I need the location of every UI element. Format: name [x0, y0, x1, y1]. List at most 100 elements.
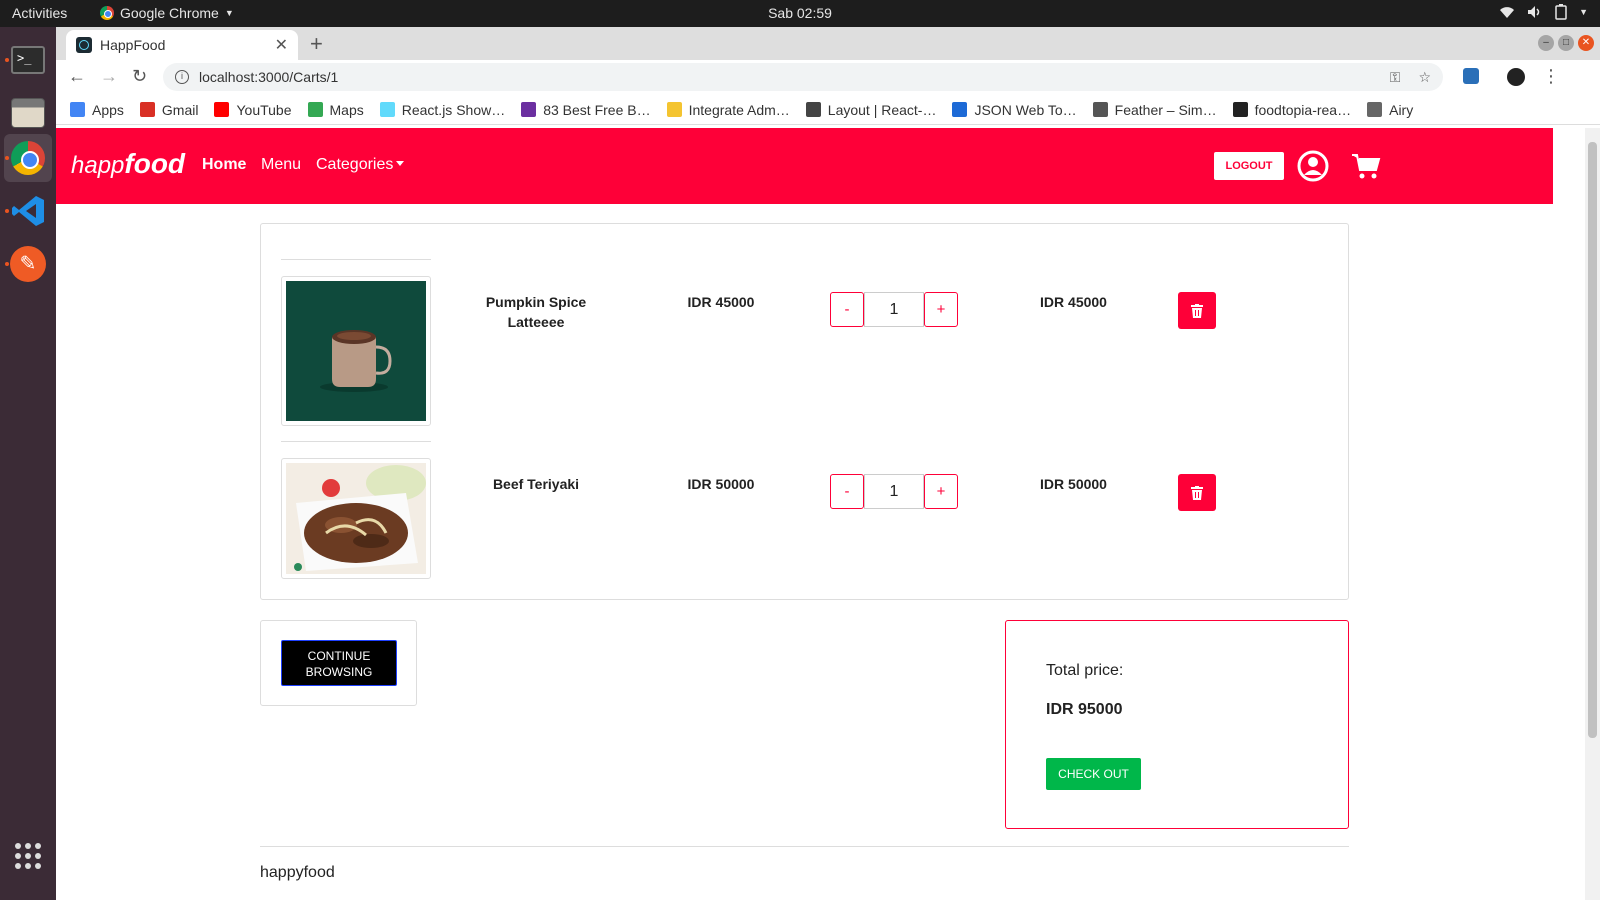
- chevron-down-icon: ▼: [224, 8, 234, 18]
- browser-window: HappFood ✕ + – □ ✕ ← → ↻ i localhost:300…: [56, 27, 1600, 900]
- bookmark-label: foodtopia-rea…: [1254, 101, 1352, 118]
- cart-items-panel: Pumpkin Spice Latteeee IDR 45000 - 1 + I…: [260, 223, 1349, 600]
- app-menu-label: Google Chrome: [120, 5, 219, 21]
- brand-light-text: happ: [71, 152, 125, 179]
- apps-grid-icon: [15, 843, 41, 869]
- more-menu-icon[interactable]: ⋮: [1542, 66, 1560, 87]
- increase-quantity-button[interactable]: +: [924, 292, 958, 327]
- bookmark-label: Maps: [329, 101, 364, 118]
- bookmark-label: Layout | React-…: [827, 101, 937, 118]
- gmail-icon: [139, 102, 155, 117]
- profile-avatar[interactable]: [1507, 68, 1525, 86]
- delete-item-button[interactable]: [1178, 292, 1216, 329]
- latte-image: [286, 281, 426, 421]
- running-indicator: [5, 209, 9, 213]
- bookmark-label: React.js Show…: [401, 101, 506, 118]
- close-icon[interactable]: ✕: [275, 35, 288, 55]
- unit-price: IDR 45000: [687, 294, 755, 310]
- bookmark-label: Gmail: [161, 101, 199, 118]
- pen-icon: [666, 102, 682, 117]
- continue-browsing-button[interactable]: CONTINUE BROWSING: [281, 640, 397, 686]
- apps-grid-icon: [70, 102, 85, 117]
- app-menu[interactable]: Google Chrome ▼: [100, 5, 234, 21]
- maps-icon: [307, 102, 323, 117]
- product-image-frame: [281, 458, 431, 579]
- site-info-icon[interactable]: i: [175, 70, 189, 84]
- quantity-input[interactable]: 1: [864, 292, 924, 327]
- show-applications-button[interactable]: [4, 832, 52, 880]
- dock-vscode[interactable]: [4, 187, 52, 235]
- dock-postman[interactable]: ✎: [4, 240, 52, 288]
- folder-icon: [1367, 102, 1383, 117]
- nav-menu-link[interactable]: Menu: [261, 156, 301, 174]
- dock-files[interactable]: [4, 89, 52, 137]
- url-text[interactable]: localhost:3000/Carts/1: [199, 69, 338, 85]
- brand-logo[interactable]: happfood: [71, 148, 185, 180]
- running-indicator: [5, 58, 9, 62]
- maximize-button[interactable]: □: [1558, 35, 1574, 51]
- bookmark-item[interactable]: React.js Show…: [379, 101, 506, 118]
- colorlib-icon: [521, 102, 537, 117]
- quantity-stepper: - 1 +: [830, 292, 958, 327]
- tab-title: HappFood: [100, 37, 166, 53]
- vscode-icon: [12, 196, 44, 226]
- bookmark-item[interactable]: JSON Web To…: [952, 101, 1077, 118]
- bookmark-item[interactable]: Maps: [307, 101, 364, 118]
- delete-item-button[interactable]: [1178, 474, 1216, 511]
- bookmark-item[interactable]: Gmail: [139, 101, 199, 118]
- bookmark-star-icon[interactable]: ☆: [1418, 69, 1431, 86]
- page-scrollbar[interactable]: [1585, 128, 1600, 900]
- bookmark-item[interactable]: YouTube: [214, 102, 292, 118]
- forward-arrow-icon[interactable]: →: [100, 66, 118, 87]
- bookmark-item[interactable]: Airy: [1367, 102, 1413, 118]
- react-icon: [379, 102, 395, 117]
- bookmark-item[interactable]: Feather – Sim…: [1092, 102, 1217, 118]
- quantity-input[interactable]: 1: [864, 474, 924, 509]
- decrease-quantity-button[interactable]: -: [830, 292, 864, 327]
- minimize-button[interactable]: –: [1538, 35, 1554, 51]
- new-tab-button[interactable]: +: [310, 31, 323, 57]
- nav-menu-label: Menu: [261, 156, 302, 173]
- activities-button[interactable]: Activities: [12, 5, 67, 21]
- bookmark-item[interactable]: 83 Best Free B…: [521, 102, 651, 118]
- cart-icon[interactable]: [1351, 152, 1381, 180]
- reload-icon[interactable]: ↻: [132, 66, 147, 87]
- increase-quantity-button[interactable]: +: [924, 474, 958, 509]
- total-price-value: IDR 95000: [1046, 701, 1123, 718]
- system-tray[interactable]: ▼: [1499, 4, 1588, 20]
- globe-icon: [805, 102, 821, 117]
- bookmarks-bar: Apps Gmail YouTube Maps React.js Show… 83 Bes…: [56, 95, 1600, 125]
- bookmark-item[interactable]: Integrate Adm…: [666, 101, 790, 118]
- bookmark-item[interactable]: Apps: [70, 102, 124, 118]
- scrollbar-thumb[interactable]: [1588, 142, 1597, 738]
- address-bar[interactable]: i localhost:3000/Carts/1 ⚿ ☆: [163, 63, 1443, 91]
- battery-icon: [1555, 4, 1567, 20]
- dock-terminal[interactable]: >_: [4, 36, 52, 84]
- tab-happfood[interactable]: HappFood ✕: [66, 30, 298, 60]
- continue-panel: CONTINUE BROWSING: [260, 620, 417, 706]
- user-circle-icon[interactable]: [1297, 150, 1329, 182]
- bookmark-label: Integrate Adm…: [688, 101, 790, 118]
- clock[interactable]: Sab 02:59: [768, 5, 832, 21]
- logout-button[interactable]: LOGOUT: [1214, 152, 1284, 180]
- dock-chrome[interactable]: [4, 134, 52, 182]
- bookmark-item[interactable]: foodtopia-rea…: [1232, 101, 1352, 118]
- extension-icon[interactable]: [1463, 68, 1479, 84]
- close-window-button[interactable]: ✕: [1578, 35, 1594, 51]
- browser-toolbar: ← → ↻ i localhost:3000/Carts/1 ⚿ ☆ ⋮: [56, 60, 1600, 95]
- dock: >_ ✎: [0, 27, 56, 900]
- nav-home-link[interactable]: Home: [202, 156, 246, 174]
- bookmark-label: JSON Web To…: [974, 101, 1077, 118]
- checkout-button[interactable]: CHECK OUT: [1046, 758, 1141, 790]
- key-icon[interactable]: ⚿: [1390, 69, 1401, 86]
- youtube-icon: [214, 102, 230, 117]
- footer-text: happyfood: [260, 864, 335, 881]
- nav-categories-dropdown[interactable]: Categories: [316, 156, 405, 174]
- bookmark-item[interactable]: Layout | React-…: [805, 101, 937, 118]
- brand-bold-text: food: [124, 148, 186, 179]
- postman-icon: ✎: [10, 246, 46, 282]
- app-navbar: happfood Home Menu Categories LOGOUT: [56, 128, 1553, 204]
- decrease-quantity-button[interactable]: -: [830, 474, 864, 509]
- back-arrow-icon[interactable]: ←: [68, 66, 86, 87]
- line-subtotal: IDR 50000: [1040, 476, 1107, 492]
